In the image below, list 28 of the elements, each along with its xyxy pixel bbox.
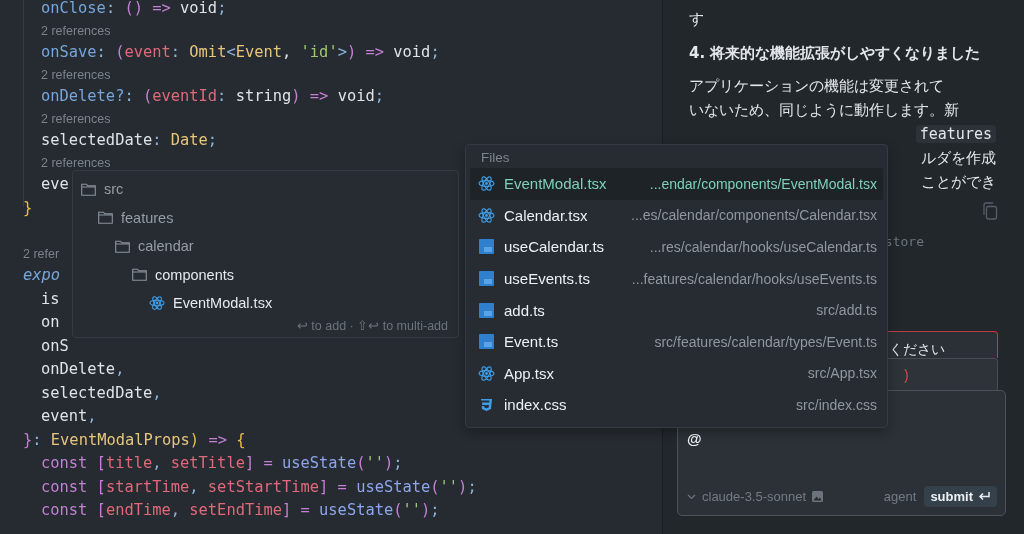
chat-text: いないため、同じように動作します。新 xyxy=(689,101,959,119)
popup-header: Files xyxy=(480,149,511,167)
code-line: on xyxy=(40,312,60,333)
chat-text: ことができ xyxy=(921,173,996,191)
inline-code: features xyxy=(915,125,996,143)
code-line: const [title, setTitle] = useState(''); xyxy=(40,453,403,474)
code-line: onSave: (event: Omit<Event, 'id'>) => void; xyxy=(40,42,440,63)
code-line: onDelete?: (eventId: string) => void; xyxy=(40,86,384,107)
code-line: onDelete, xyxy=(40,359,125,380)
error-text: ください xyxy=(889,341,945,358)
code-line: expo xyxy=(22,265,61,286)
error-text: ) xyxy=(904,366,909,383)
chat-text: ルダを作成 xyxy=(921,149,996,167)
chat-heading: 4. 将来的な機能拡張がしやすくなりました xyxy=(689,43,982,64)
code-line: const [endTime, setEndTime] = useState(''); xyxy=(40,500,440,521)
code-line: onClose: () => void; xyxy=(40,0,227,19)
code-line: selectedDate, xyxy=(40,382,162,404)
code-line: eve xyxy=(40,174,69,195)
code-line: }: EventModalProps) => { xyxy=(22,429,246,451)
code-line: } xyxy=(22,197,33,219)
chat-text: す xyxy=(689,9,705,30)
keyboard-hint: ↩ to add · ⇧↩ to multi-add xyxy=(296,318,448,333)
code-line: event, xyxy=(40,406,97,427)
code-line: is xyxy=(40,288,60,310)
code-line: selectedDate: Date; xyxy=(40,130,218,151)
code-line: const [startTime, setStartTime] = useState(''); xyxy=(40,476,477,498)
chat-text: アプリケーションの機能は変更されて xyxy=(689,77,944,95)
code-line: onS xyxy=(40,335,69,357)
